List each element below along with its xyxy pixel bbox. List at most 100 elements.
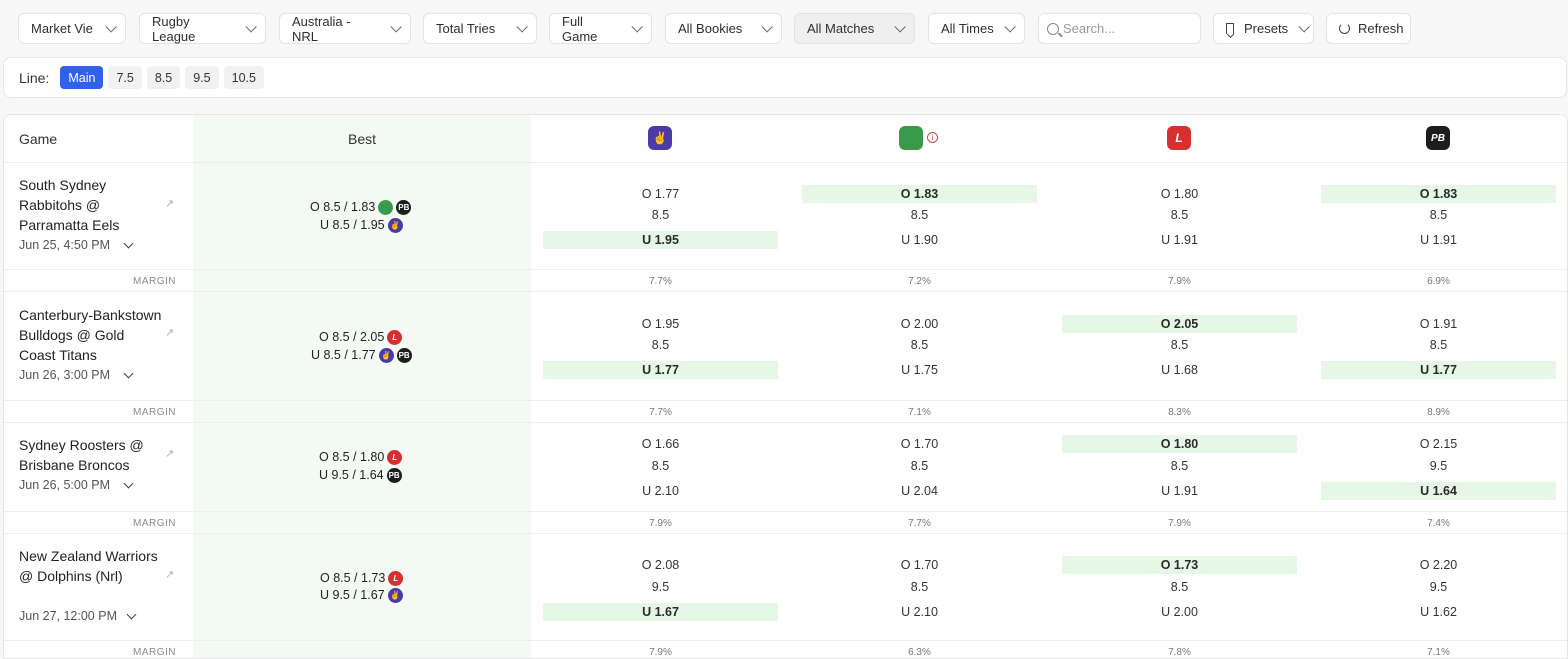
line-label: Line: xyxy=(19,69,50,86)
info-icon[interactable]: i xyxy=(927,132,938,143)
period-dropdown[interactable]: Full Game xyxy=(549,13,652,44)
margin-row: MARGIN 7.9% 7.7% 7.9% 7.4% xyxy=(4,511,1567,534)
chevron-down-icon xyxy=(390,20,402,33)
red-bookmaker-icon: L xyxy=(387,449,403,465)
line-option-main[interactable]: Main xyxy=(60,66,104,89)
chevron-down-icon xyxy=(516,20,528,33)
best-under: U 9.5 / 1.64 PB xyxy=(319,466,402,484)
game-name[interactable]: Canterbury-Bankstown Bulldogs @ Gold Coa… xyxy=(19,305,164,365)
league-label: Australia - NRL xyxy=(292,13,351,44)
black-bookmaker-icon[interactable]: PB xyxy=(1426,126,1450,150)
chevron-down-icon xyxy=(761,20,773,33)
sport-dropdown[interactable]: Rugby League xyxy=(139,13,266,44)
line-value: 8.5 xyxy=(1429,338,1448,352)
market-view-dropdown[interactable]: Market Vie xyxy=(18,13,126,44)
under-odds[interactable]: U 1.64 xyxy=(1321,482,1556,500)
game-date: Jun 26, 3:00 PM xyxy=(19,368,111,382)
line-option-10-5[interactable]: 10.5 xyxy=(223,66,264,89)
filter-bar: Market Vie Rugby League Australia - NRL … xyxy=(0,0,1568,57)
margin-row: MARGIN 7.7% 7.1% 8.3% 8.9% xyxy=(4,400,1567,423)
trend-icon[interactable]: ↗ xyxy=(165,197,174,210)
under-odds[interactable]: U 1.91 xyxy=(1062,231,1297,249)
over-odds[interactable]: O 1.80 xyxy=(1062,435,1297,453)
green-bookmaker-icon[interactable] xyxy=(899,126,923,150)
under-odds[interactable]: U 1.91 xyxy=(1321,231,1556,249)
bookies-dropdown[interactable]: All Bookies xyxy=(665,13,782,44)
under-odds[interactable]: U 1.68 xyxy=(1062,361,1297,379)
line-selector: Line: Main 7.5 8.5 9.5 10.5 xyxy=(3,57,1567,98)
over-odds[interactable]: O 1.70 xyxy=(802,556,1037,574)
trend-icon[interactable]: ↗ xyxy=(165,326,174,339)
league-dropdown[interactable]: Australia - NRL xyxy=(279,13,411,44)
line-option-9-5[interactable]: 9.5 xyxy=(185,66,219,89)
purple-bookmaker-icon: ✌ xyxy=(387,587,403,603)
chevron-down-icon xyxy=(894,20,906,33)
margin-value: 7.1% xyxy=(1427,647,1450,658)
over-odds[interactable]: O 1.73 xyxy=(1062,556,1297,574)
best-under-text: U 9.5 / 1.67 xyxy=(320,588,385,602)
over-odds[interactable]: O 2.08 xyxy=(543,556,778,574)
chevron-down-icon[interactable] xyxy=(123,238,134,249)
under-odds[interactable]: U 1.95 xyxy=(543,231,778,249)
red-bookmaker-icon[interactable]: L xyxy=(1167,126,1191,150)
under-odds[interactable]: U 2.04 xyxy=(802,482,1037,500)
matches-dropdown[interactable]: All Matches xyxy=(794,13,915,44)
under-odds[interactable]: U 1.62 xyxy=(1321,603,1556,621)
sport-label: Rugby League xyxy=(152,13,196,44)
under-odds[interactable]: U 1.90 xyxy=(802,231,1037,249)
line-option-7-5[interactable]: 7.5 xyxy=(108,66,142,89)
margin-label: MARGIN xyxy=(133,518,176,529)
line-value: 8.5 xyxy=(910,338,929,352)
over-odds[interactable]: O 1.83 xyxy=(1321,185,1556,203)
period-label: Full Game xyxy=(562,13,598,44)
red-bookmaker-icon: L xyxy=(387,329,403,345)
under-odds[interactable]: U 2.10 xyxy=(543,482,778,500)
game-name[interactable]: Sydney Roosters @ Brisbane Broncos xyxy=(19,435,164,475)
game-name[interactable]: New Zealand Warriors @ Dolphins (Nrl) xyxy=(19,546,164,586)
under-odds[interactable]: U 1.67 xyxy=(543,603,778,621)
margin-value: 7.7% xyxy=(649,276,672,287)
game-name[interactable]: South Sydney Rabbitohs @ Parramatta Eels xyxy=(19,175,164,235)
over-odds[interactable]: O 1.91 xyxy=(1321,315,1556,333)
over-odds[interactable]: O 1.80 xyxy=(1062,185,1297,203)
line-option-8-5[interactable]: 8.5 xyxy=(146,66,181,89)
purple-bookmaker-icon[interactable]: ✌ xyxy=(648,126,672,150)
trend-icon[interactable]: ↗ xyxy=(165,447,174,460)
over-odds[interactable]: O 1.77 xyxy=(543,185,778,203)
under-odds[interactable]: U 1.77 xyxy=(1321,361,1556,379)
times-label: All Times xyxy=(941,21,994,36)
best-over-text: O 8.5 / 1.80 xyxy=(319,450,385,464)
chevron-down-icon xyxy=(245,20,257,33)
under-odds[interactable]: U 1.77 xyxy=(543,361,778,379)
margin-label: MARGIN xyxy=(133,647,176,658)
search-input[interactable] xyxy=(1063,21,1193,36)
times-dropdown[interactable]: All Times xyxy=(928,13,1025,44)
game-date: Jun 25, 4:50 PM xyxy=(19,238,111,252)
best-over: O 8.5 / 1.73 L xyxy=(320,569,404,587)
over-odds[interactable]: O 2.20 xyxy=(1321,556,1556,574)
trend-icon[interactable]: ↗ xyxy=(165,568,174,581)
under-odds[interactable]: U 2.00 xyxy=(1062,603,1297,621)
margin-value: 7.7% xyxy=(649,407,672,418)
chevron-down-icon[interactable] xyxy=(123,368,134,379)
over-odds[interactable]: O 1.95 xyxy=(543,315,778,333)
over-odds[interactable]: O 1.70 xyxy=(802,435,1037,453)
presets-button[interactable]: Presets xyxy=(1213,13,1314,44)
over-odds[interactable]: O 2.00 xyxy=(802,315,1037,333)
under-odds[interactable]: U 1.75 xyxy=(802,361,1037,379)
refresh-button[interactable]: Refresh xyxy=(1326,13,1411,44)
chevron-down-icon[interactable] xyxy=(123,478,134,489)
under-odds[interactable]: U 1.91 xyxy=(1062,482,1297,500)
chevron-down-icon[interactable] xyxy=(126,609,137,620)
best-under: U 8.5 / 1.77 ✌ PB xyxy=(311,346,412,364)
under-odds[interactable]: U 2.10 xyxy=(802,603,1037,621)
chevron-down-icon xyxy=(105,20,117,33)
line-value: 8.5 xyxy=(910,580,929,594)
chevron-down-icon xyxy=(631,20,643,33)
over-odds[interactable]: O 1.66 xyxy=(543,435,778,453)
over-odds[interactable]: O 2.15 xyxy=(1321,435,1556,453)
market-dropdown[interactable]: Total Tries xyxy=(423,13,537,44)
over-odds[interactable]: O 2.05 xyxy=(1062,315,1297,333)
margin-label: MARGIN xyxy=(133,407,176,418)
over-odds[interactable]: O 1.83 xyxy=(802,185,1037,203)
